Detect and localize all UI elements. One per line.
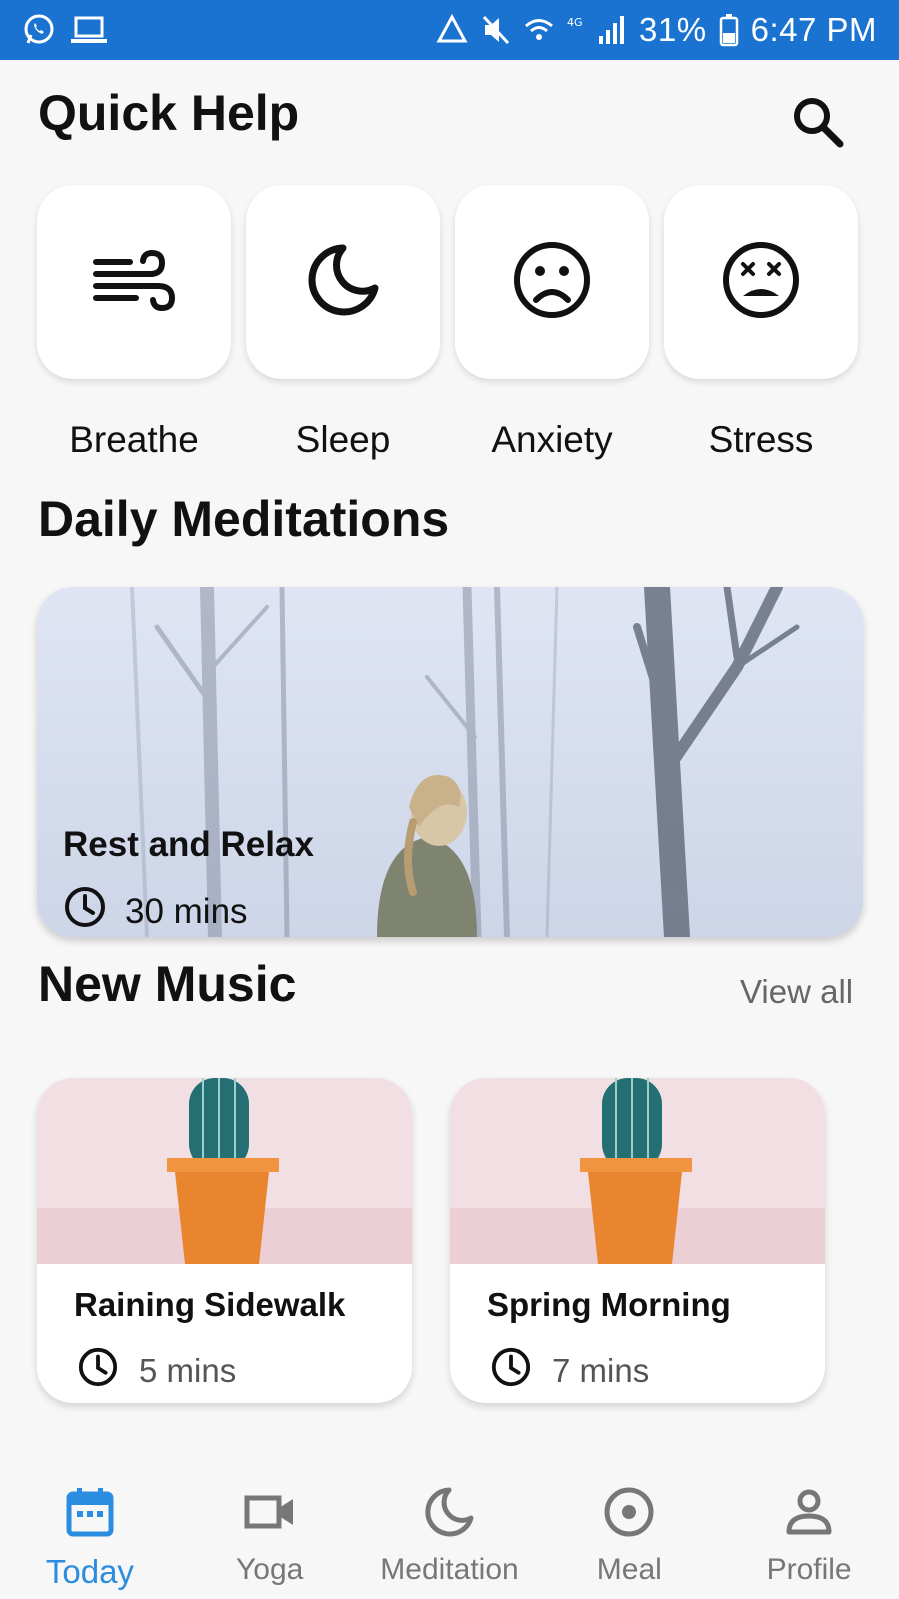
wifi-icon — [523, 14, 555, 46]
music-card-duration: 5 mins — [77, 1346, 236, 1396]
cactus-image — [450, 1078, 825, 1264]
page-title: Quick Help — [38, 85, 300, 141]
quick-help-stress[interactable]: Stress — [664, 185, 858, 461]
mute-icon — [481, 14, 511, 46]
search-icon — [790, 94, 846, 155]
quick-help-label: Breathe — [69, 419, 199, 460]
nav-item-profile[interactable]: Profile — [719, 1462, 899, 1599]
battery-icon — [719, 13, 739, 47]
quick-help-label: Stress — [708, 419, 814, 460]
daily-card-duration: 30 mins — [63, 885, 248, 937]
quick-help-label: Anxiety — [491, 419, 613, 460]
clock-icon — [490, 1346, 532, 1396]
moon-icon — [423, 1477, 475, 1547]
video-camera-icon — [244, 1477, 296, 1547]
whatsapp-icon — [22, 13, 56, 47]
quick-help-tile[interactable] — [37, 185, 231, 379]
nav-label: Meditation — [380, 1553, 519, 1586]
music-card-title: Spring Morning — [487, 1286, 731, 1323]
sad-face-icon — [512, 240, 592, 325]
new-music-title: New Music — [38, 956, 297, 1012]
music-card-spring-morning[interactable]: Spring Morning 7 mins — [450, 1078, 825, 1403]
duration-text: 30 mins — [125, 891, 248, 931]
calendar-icon — [66, 1477, 114, 1547]
signal-icon: 4G — [567, 14, 627, 46]
nav-label: Profile — [766, 1553, 852, 1586]
nav-label: Yoga — [236, 1553, 304, 1586]
cactus-image — [37, 1078, 412, 1264]
quick-help-label: Sleep — [295, 419, 391, 460]
nav-label: Today — [45, 1553, 134, 1590]
nav-item-today[interactable]: Today — [0, 1462, 180, 1599]
nav-item-yoga[interactable]: Yoga — [180, 1462, 360, 1599]
music-card-title: Raining Sidewalk — [74, 1286, 346, 1323]
music-card-duration: 7 mins — [490, 1346, 649, 1396]
quick-help-row: Breathe Sleep Anxiety Stress — [37, 185, 863, 461]
daily-card-title: Rest and Relax — [63, 825, 314, 864]
quick-help-tile[interactable] — [664, 185, 858, 379]
search-button[interactable] — [786, 92, 850, 156]
clock-time: 6:47 PM — [750, 11, 877, 48]
nav-item-meal[interactable]: Meal — [539, 1462, 719, 1599]
recycle-icon — [435, 14, 469, 46]
moon-icon — [305, 242, 381, 323]
music-card-raining-sidewalk[interactable]: Raining Sidewalk 5 mins — [37, 1078, 412, 1403]
target-icon — [603, 1477, 655, 1547]
battery-percent: 31% — [639, 11, 707, 48]
laptop-icon — [70, 15, 108, 45]
view-all-link[interactable]: View all — [740, 973, 853, 1011]
svg-text:4G: 4G — [567, 16, 583, 29]
nav-label: Meal — [596, 1553, 662, 1586]
quick-help-tile[interactable] — [246, 185, 440, 379]
quick-help-breathe[interactable]: Breathe — [37, 185, 231, 461]
duration-text: 7 mins — [552, 1352, 650, 1389]
stressed-face-icon — [721, 240, 801, 325]
clock-icon — [63, 885, 107, 937]
quick-help-sleep[interactable]: Sleep — [246, 185, 440, 461]
quick-help-anxiety[interactable]: Anxiety — [455, 185, 649, 461]
duration-text: 5 mins — [139, 1352, 237, 1389]
daily-meditations-title: Daily Meditations — [38, 491, 450, 547]
quick-help-tile[interactable] — [455, 185, 649, 379]
clock-icon — [77, 1346, 119, 1396]
daily-meditation-card[interactable]: Rest and Relax 30 mins — [37, 587, 863, 937]
nav-item-meditation[interactable]: Meditation — [360, 1462, 540, 1599]
status-bar: 4G 31% 6:47 PM — [0, 0, 899, 60]
wind-icon — [92, 244, 176, 321]
bottom-nav: Today Yoga Meditation Meal Profile — [0, 1462, 899, 1599]
person-icon — [785, 1477, 833, 1547]
